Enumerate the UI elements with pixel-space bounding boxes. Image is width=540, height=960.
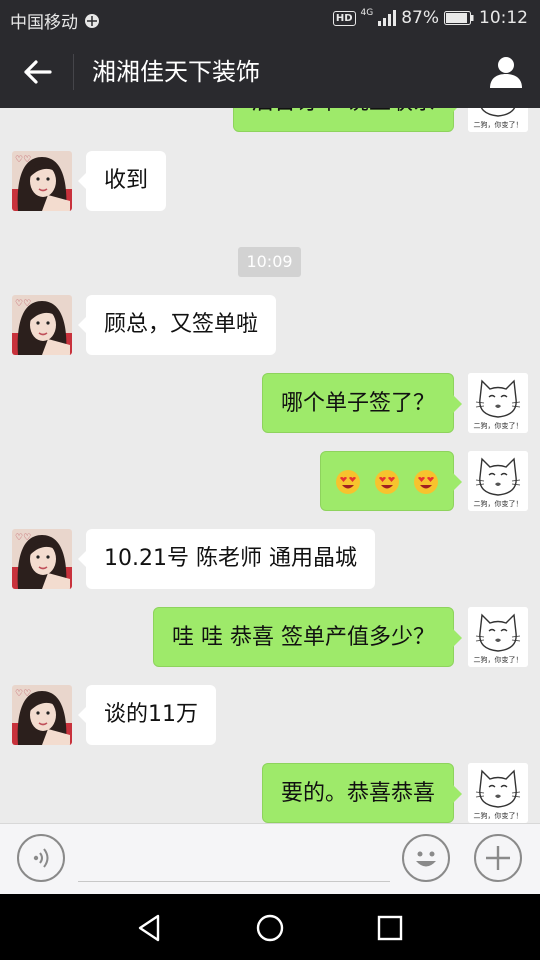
battery-percent: 87%	[401, 8, 439, 28]
my-avatar[interactable]: 二狗，你变了！	[468, 108, 528, 132]
contact-avatar-image	[12, 529, 72, 589]
chat-title: 湘湘佳天下装饰	[92, 58, 260, 86]
avatar-caption: 二狗，你变了！	[474, 421, 523, 430]
avatar-caption: 二狗，你变了！	[474, 499, 523, 508]
message-bubble-in[interactable]: 收到	[77, 151, 167, 211]
message-bubble-out[interactable]: 哇 哇 恭喜 签单产值多少？	[153, 607, 462, 667]
emoji-button[interactable]	[402, 834, 450, 882]
more-button[interactable]	[474, 834, 522, 882]
message-input[interactable]	[78, 836, 394, 882]
message-bubble-in[interactable]: 谈的11万	[78, 685, 216, 745]
my-avatar[interactable]: 二狗，你变了！	[468, 763, 528, 823]
carrier-name: 中国移动	[10, 13, 78, 33]
plus-icon	[486, 846, 510, 870]
title-divider	[73, 54, 74, 90]
message-bubble-out[interactable]	[320, 451, 462, 511]
message-bubble-in[interactable]: 10.21号 陈老师 通用晶城	[78, 529, 375, 589]
heart-eyes-emoji-icon	[414, 470, 438, 494]
my-avatar[interactable]: 二狗，你变了！	[468, 607, 528, 667]
nav-home-icon[interactable]	[250, 908, 290, 948]
cat-avatar-image: 二狗，你变了！	[468, 108, 528, 132]
clock: 10:12	[479, 8, 528, 28]
signal-icon	[378, 10, 397, 26]
title-bar: 湘湘佳天下装饰	[0, 36, 540, 108]
avatar-caption: 二狗，你变了！	[474, 655, 523, 664]
cat-avatar-image: 二狗，你变了！	[468, 763, 528, 823]
back-arrow-icon[interactable]	[18, 54, 58, 90]
contact-avatar-image	[12, 295, 72, 355]
input-underline	[78, 881, 390, 882]
message-bubble-out[interactable]: 后台订单 说上联系	[233, 108, 462, 132]
message-bubble-out[interactable]: 要的。恭喜恭喜	[261, 763, 463, 823]
my-avatar[interactable]: 二狗，你变了！	[468, 373, 528, 433]
heart-eyes-emoji-icon	[336, 470, 360, 494]
nav-back-icon[interactable]	[130, 908, 170, 948]
message-bubble-out[interactable]: 哪个单子签了？	[261, 373, 463, 433]
chat-area[interactable]: 后台订单 说上联系 二狗，你变了！ 收到 10:09 顾总，又签单啦 哪个单子签…	[0, 108, 540, 823]
smiley-icon	[416, 851, 436, 867]
cat-avatar-image: 二狗，你变了！	[468, 607, 528, 667]
contact-avatar-image	[12, 685, 72, 745]
heart-eyes-emoji-icon	[375, 470, 399, 494]
input-bar	[0, 823, 540, 894]
network-type: 4G	[360, 7, 374, 18]
contact-avatar-image	[12, 151, 72, 211]
my-avatar[interactable]: 二狗，你变了！	[468, 451, 528, 511]
status-bar: 中国移动 HD 4G 87% 10:12	[0, 0, 540, 36]
contact-avatar[interactable]	[12, 295, 72, 355]
battery-icon	[444, 11, 474, 25]
message-bubble-in[interactable]: 顾总，又签单啦	[77, 295, 277, 355]
contact-avatar[interactable]	[12, 685, 72, 745]
avatar-caption: 二狗，你变了！	[474, 120, 523, 129]
contact-avatar[interactable]	[12, 151, 72, 211]
contact-avatar[interactable]	[12, 529, 72, 589]
nav-recents-icon[interactable]	[370, 908, 410, 948]
timestamp: 10:09	[238, 247, 301, 277]
avatar-caption: 二狗，你变了！	[474, 811, 523, 820]
profile-icon[interactable]	[488, 54, 524, 90]
cat-avatar-image: 二狗，你变了！	[468, 451, 528, 511]
hd-badge: HD	[332, 10, 356, 26]
voice-button[interactable]	[17, 834, 65, 882]
system-nav-bar	[0, 894, 540, 960]
voice-icon	[33, 848, 49, 868]
cat-avatar-image: 二狗，你变了！	[468, 373, 528, 433]
location-icon	[85, 13, 99, 28]
